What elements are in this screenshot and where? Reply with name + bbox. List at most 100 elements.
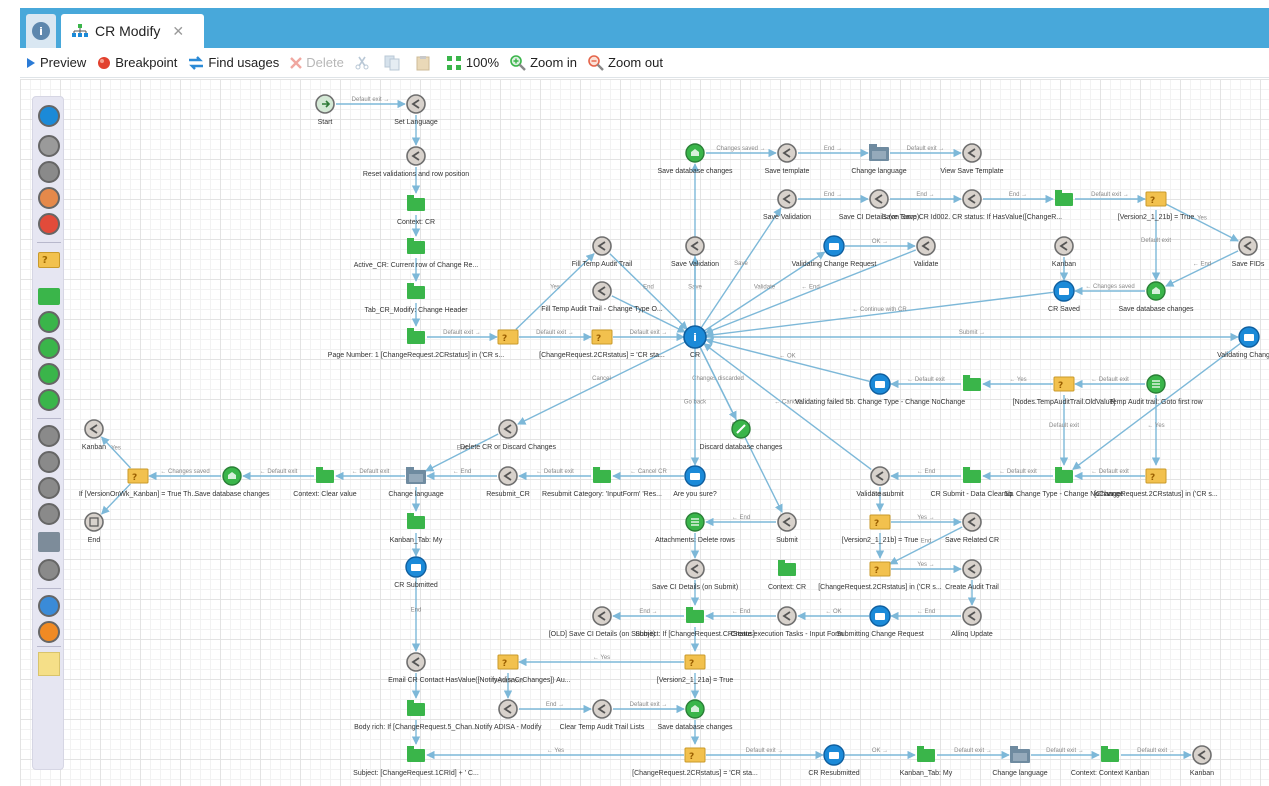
flow-edge[interactable]: Default exit → xyxy=(937,748,1010,760)
node-areyou[interactable]: Are you sure? xyxy=(673,465,717,498)
flow-edge[interactable]: Default exit → xyxy=(1075,192,1146,204)
node-decnotify[interactable]: ? HasValue([NotifyAdisaCrChanges]) Au... xyxy=(445,654,571,684)
node-decver[interactable]: ? [Version2_1_21b] = True xyxy=(842,514,919,544)
palette-exit-icon[interactable] xyxy=(36,133,62,159)
flow-edge[interactable]: Save xyxy=(700,207,782,329)
flow-edge[interactable]: ← Yes xyxy=(518,655,684,667)
flow-edge[interactable]: Yes → xyxy=(891,515,962,527)
node-crsubmitted[interactable]: CR Submitted xyxy=(394,556,438,589)
node-submit[interactable]: Submit xyxy=(776,512,798,544)
node-crresub[interactable]: CR Resubmitted xyxy=(808,744,860,777)
node-tabcr[interactable]: Tab_CR_Modify: Change Header xyxy=(364,283,468,314)
zoom-in-button[interactable]: Zoom in xyxy=(510,54,577,71)
palette-back-icon[interactable] xyxy=(36,159,62,185)
flow-edge[interactable]: ← Cancel CR xyxy=(612,469,684,481)
flow-edge[interactable]: ← End xyxy=(890,609,961,621)
flow-edge[interactable]: ← Default exit xyxy=(335,469,405,481)
flow-edge[interactable]: Default exit → xyxy=(519,330,592,342)
node-savetpl[interactable]: Save template xyxy=(765,143,810,175)
node-discard[interactable]: Discard database changes xyxy=(700,419,783,451)
node-createaudit[interactable]: Create Audit Trail xyxy=(945,559,999,591)
zoom-out-button[interactable]: Zoom out xyxy=(588,54,663,71)
flow-edge[interactable]: Default exit → xyxy=(427,330,498,342)
flow-edge[interactable]: ← End xyxy=(705,515,776,527)
node-valchg[interactable]: Validating Change Request xyxy=(792,235,877,268)
flow-edge[interactable]: ← Default exit xyxy=(890,377,961,389)
flow-edge[interactable]: ← Yes xyxy=(982,377,1053,389)
node-viewsave[interactable]: View Save Template xyxy=(940,143,1004,175)
node-valsubmit[interactable]: Validate submit xyxy=(856,466,904,498)
palette-wifi-icon[interactable] xyxy=(36,619,62,645)
flow-edge[interactable]: ← End xyxy=(426,469,497,481)
node-endnode[interactable]: End xyxy=(84,512,104,544)
flow-edge[interactable]: Yes → xyxy=(891,562,962,574)
node-reset[interactable]: Reset validations and row position xyxy=(363,146,469,178)
node-kanbantab2[interactable]: Kanban_Tab: My xyxy=(900,746,953,777)
palette-context-icon[interactable] xyxy=(36,283,62,309)
flow-edge[interactable]: Default exit → xyxy=(613,330,685,342)
palette-info-icon[interactable] xyxy=(36,103,62,129)
palette-list-icon[interactable] xyxy=(36,309,62,335)
node-decstatus[interactable]: ? [ChangeRequest.2CRstatus] = 'CR sta... xyxy=(632,747,758,777)
flow-edge[interactable]: ← Changes saved xyxy=(1074,284,1145,296)
node-active[interactable]: Active_CR: Current row of Change Re... xyxy=(354,238,479,269)
palette-globe-icon[interactable] xyxy=(36,501,62,527)
palette-loop-icon[interactable] xyxy=(36,335,62,361)
flow-edge[interactable]: Default exit → xyxy=(890,146,962,158)
node-kanban3[interactable]: Kanban xyxy=(1190,745,1214,777)
palette-note-icon[interactable] xyxy=(36,651,62,677)
node-ctxval[interactable] xyxy=(963,375,981,391)
node-setlang[interactable]: Set Language xyxy=(394,94,438,126)
flow-edge[interactable]: End → xyxy=(612,609,684,621)
palette-database-icon[interactable] xyxy=(36,361,62,387)
node-kanban1[interactable]: Kanban xyxy=(1052,236,1076,268)
flow-edge[interactable]: ← Continue with CR xyxy=(705,291,1054,339)
flow-edge[interactable]: OK → xyxy=(845,239,916,251)
node-saveval1[interactable]: Save Validation xyxy=(671,236,719,268)
flow-edge[interactable]: Submit → xyxy=(706,330,1239,342)
flow-edge[interactable]: ← Default exit xyxy=(1074,469,1145,481)
node-email[interactable]: Email CR Contact xyxy=(388,652,444,684)
flow-edge[interactable]: Default exit → xyxy=(706,748,824,760)
palette-refresh-icon[interactable] xyxy=(36,185,62,211)
node-body[interactable]: Body rich: If [ChangeRequest.5_Chan... xyxy=(354,700,478,731)
palette-printer-icon[interactable] xyxy=(36,557,62,583)
node-saveci2[interactable]: Save CI Details (on Submit) xyxy=(652,559,738,591)
flow-edge[interactable]: ← Default exit xyxy=(518,469,591,481)
palette-logout-icon[interactable] xyxy=(36,211,62,237)
node-savefids[interactable]: Save FIDs xyxy=(1232,236,1265,268)
flow-edge[interactable]: ← End xyxy=(705,609,776,621)
node-valchg2[interactable]: Validating Change R xyxy=(1217,326,1269,359)
node-chglang2[interactable]: Change language xyxy=(388,467,444,498)
node-validate[interactable]: Validate xyxy=(914,236,939,268)
node-ctxcr2[interactable]: Context: CR xyxy=(768,560,806,591)
flow-edge[interactable]: Yes xyxy=(1165,203,1239,242)
node-saveval2[interactable]: Save Validation xyxy=(763,189,811,221)
node-ctxsave[interactable] xyxy=(1055,190,1073,206)
delete-button[interactable]: Delete xyxy=(290,55,344,70)
flow-edge[interactable]: OK → xyxy=(845,748,916,760)
palette-edit-icon[interactable] xyxy=(36,387,62,413)
node-saverel[interactable]: Save Related CR xyxy=(945,512,999,544)
palette-form-icon[interactable] xyxy=(36,423,62,449)
cut-button[interactable] xyxy=(355,56,373,70)
paste-button[interactable] xyxy=(415,55,435,71)
flow-edge[interactable]: Changes saved → xyxy=(706,146,777,158)
flow-edge[interactable]: Default exit → xyxy=(336,97,406,109)
node-allinq[interactable]: Allinq Update xyxy=(951,606,993,638)
flow-canvas[interactable]: Default exit → Default exit → Default exit… xyxy=(20,79,1269,786)
flow-edge[interactable]: End xyxy=(425,433,499,472)
find-usages-button[interactable]: Find usages xyxy=(188,55,279,70)
flow-edge[interactable]: Yes xyxy=(100,436,131,469)
palette-link-icon[interactable] xyxy=(36,593,62,619)
flow-edge[interactable]: Default exit → xyxy=(1121,748,1192,760)
zoom-100-button[interactable]: 100% xyxy=(446,55,499,71)
flow-edge[interactable] xyxy=(611,295,686,333)
flow-edge[interactable]: ← End xyxy=(1165,250,1239,287)
node-crsaved[interactable]: CR Saved xyxy=(1048,280,1080,313)
flow-edge[interactable]: End → xyxy=(798,192,869,204)
flow-edge[interactable]: End → xyxy=(519,702,592,714)
node-decsave[interactable]: ? [Version2_1_21b] = True xyxy=(1118,191,1195,221)
palette-import-icon[interactable] xyxy=(36,449,62,475)
flow-edge[interactable] xyxy=(101,483,131,515)
